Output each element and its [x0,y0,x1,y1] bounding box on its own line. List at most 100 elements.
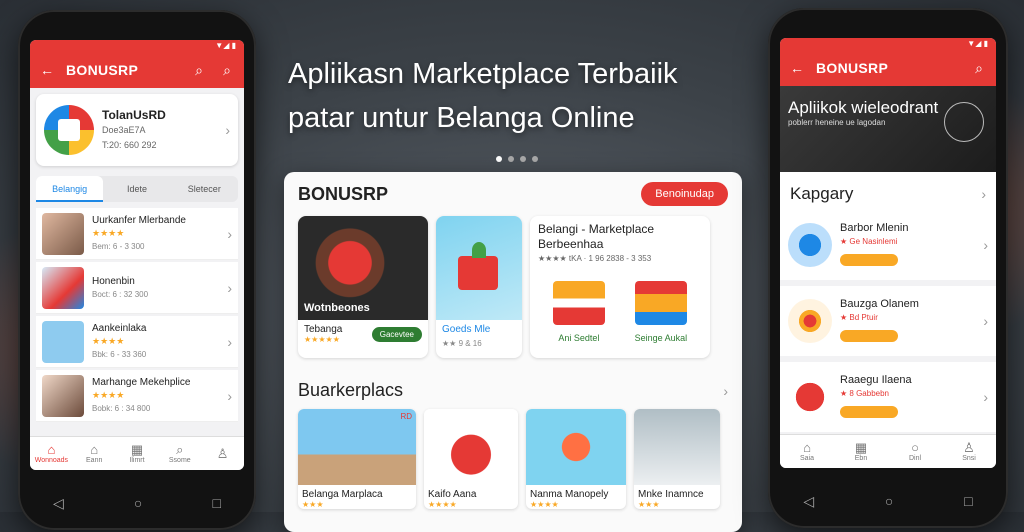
nav-item[interactable]: ▦ Ebn [834,435,888,468]
bottom-nav: ⌂ Saia ▦ Ebn ○ Dinl ♙ Snsi [780,434,996,468]
featured-row: Wotnbeones Tebanga ★★★★★ Gacevtee Goeds … [284,210,742,364]
carousel-dot[interactable] [508,156,514,162]
card-caption: Nanma Manopely [530,489,609,500]
toys-category-icon [788,299,832,343]
nav-label: Dinl [908,455,922,462]
item-meta: Boct: 6 : 32 300 [92,289,149,299]
carousel-dot[interactable] [496,156,502,162]
item-title: Marhange Mekehplice [92,377,191,388]
nav-search[interactable]: ⌕ Ssome [158,437,201,470]
right-screen: ▼◢ ▮ ← BONUSRP ⌕ Apliikok wieleodrant po… [780,38,996,468]
mini-caption: Seinge Aukal [634,333,688,343]
profile-card[interactable]: TolanUsRD Doe3aE7A T:20: 660 292 › [36,94,238,166]
rating-stars: ★★★★ [428,500,457,509]
recents-square-icon[interactable]: □ [964,493,972,510]
back-arrow-icon[interactable]: ← [38,61,56,79]
chevron-right-icon: › [227,387,232,404]
card-caption: Kaifo Aana [428,489,477,500]
panel-brand: BONUSRP [298,183,389,204]
back-triangle-icon[interactable]: ◁ [803,493,814,510]
nav-explore[interactable]: ⌂ Eann [73,437,116,470]
category-header: Kapgary › [780,172,996,210]
carousel-dot[interactable] [520,156,526,162]
headline-line-2: patar untur Belanga Online [288,102,635,134]
nav-item[interactable]: ⌂ Saia [780,435,834,468]
item-title: Uurkanfer Mlerbande [92,215,186,226]
left-screen: ▼◢ ▮ ← BONUSRP ⌕ ⌕ TolanUsRD Doe3aE7A T:… [30,40,244,470]
cta-button[interactable]: Benoinudap [641,182,728,206]
leaf-shape [472,242,486,258]
item-title: Honenbin [92,275,135,287]
list-item[interactable]: Honenbin Boct: 6 : 32 300 › [36,262,238,314]
marketplace-card[interactable]: Nanma Manopely ★★★★ [526,409,626,509]
category-item[interactable]: Bauzga Olanem ★ Bd Ptuir › [780,286,996,362]
nav-home[interactable]: ⌂ Wonnoads [30,437,73,470]
back-triangle-icon[interactable]: ◁ [53,495,64,512]
user-icon: ♙ [963,440,975,455]
store-logo [44,105,94,155]
category-button[interactable] [840,253,898,266]
item-meta: Bbk: 6 - 33 360 [92,350,147,359]
heart-image [526,409,626,485]
recents-square-icon[interactable]: □ [212,495,220,512]
nav-profile[interactable]: ♙ [201,437,244,470]
nav-item[interactable]: ○ Dinl [888,435,942,468]
chevron-right-icon: › [227,225,232,242]
chevron-right-icon[interactable]: › [981,186,986,202]
promo-banner[interactable]: Apliikok wieleodrant poblerr heneine ue … [780,86,996,172]
list-item[interactable]: Marhange Mekehplice ★★★★ Bobk: 6 : 34 80… [36,370,238,422]
rating-stars: ★★★★ [530,500,559,509]
card-image: RD [298,409,416,485]
user-icon: ♙ [216,445,229,461]
carousel-dots [496,156,538,162]
app-bar: ← BONUSRP ⌕ ⌕ [30,52,244,88]
back-arrow-icon[interactable]: ← [788,59,806,77]
banner-logo [944,102,984,142]
rating-stars: ★★★★ [92,390,125,400]
stall-illustration [634,281,687,325]
category-name: Barbor Mlenin [840,221,909,234]
marketplace-card[interactable]: Mnke Inamnce ★★★ [634,409,720,509]
item-thumbnail [42,320,84,363]
mini-shop-card[interactable]: Seinge Aukal [634,281,688,343]
cart-illustration [552,281,605,325]
featured-card[interactable]: Wotnbeones Tebanga ★★★★★ Gacevtee [298,216,428,358]
nav-search-label: Ssome [168,457,191,464]
home-circle-icon[interactable]: ○ [134,495,142,512]
rating-stars: ★★★ [638,500,660,509]
store-detail: Doe3aE7A [102,124,146,135]
category-button[interactable] [840,405,898,418]
list-item[interactable]: Aankeinlaka ★★★★ Bbk: 6 - 33 360 › [36,316,238,368]
chevron-right-icon[interactable]: › [723,383,728,399]
info-card[interactable]: Belangi - Marketplace Berbeenhaa ★★★★ tK… [530,216,710,358]
product-card[interactable]: Goeds Mle ★★ 9 & 16 [436,216,522,358]
mini-shop-card[interactable]: Ani Sedtel [552,281,605,343]
marketplace-card[interactable]: RD Belanga Marplaca ★★★ [298,409,416,509]
nav-item[interactable]: ♙ Snsi [942,435,996,468]
basket-image [424,409,518,485]
carousel-dot[interactable] [532,156,538,162]
status-bar: ▼◢ ▮ [780,38,996,50]
chevron-right-icon: › [227,333,232,350]
category-sub: ★ Ge Nasinlemi [840,236,898,246]
list-item[interactable]: Uurkanfer Mlerbande ★★★★ Bem: 6 - 3 300 … [36,208,238,260]
marketplace-card[interactable]: Kaifo Aana ★★★★ [424,409,518,509]
tab-detail[interactable]: Idete [103,176,170,202]
tab-seller[interactable]: Sletecer [171,176,238,202]
street-image [634,409,720,485]
panel-header: BONUSRP Benoinudap [284,172,742,210]
store-category-icon [788,375,832,419]
nav-orders[interactable]: ▦ Ilimrt [116,437,159,470]
category-item[interactable]: Barbor Mlenin ★ Ge Nasinlemi › [780,210,996,286]
category-button[interactable] [840,329,898,342]
tab-belanja[interactable]: Belangig [36,176,104,202]
search-icon[interactable]: ⌕ [970,59,988,77]
featured-button[interactable]: Gacevtee [371,326,422,342]
app-title: BONUSRP [816,60,889,76]
home-circle-icon[interactable]: ○ [885,493,893,510]
store-phone: T:20: 660 292 [102,139,157,150]
search-icon[interactable]: ⌕ [190,61,208,79]
search-icon[interactable]: ⌕ [218,61,236,79]
category-item[interactable]: Raaegu Ilaena ★ 8 Gabbebn › [780,362,996,438]
card-caption: Belanga Marplaca [302,489,383,500]
